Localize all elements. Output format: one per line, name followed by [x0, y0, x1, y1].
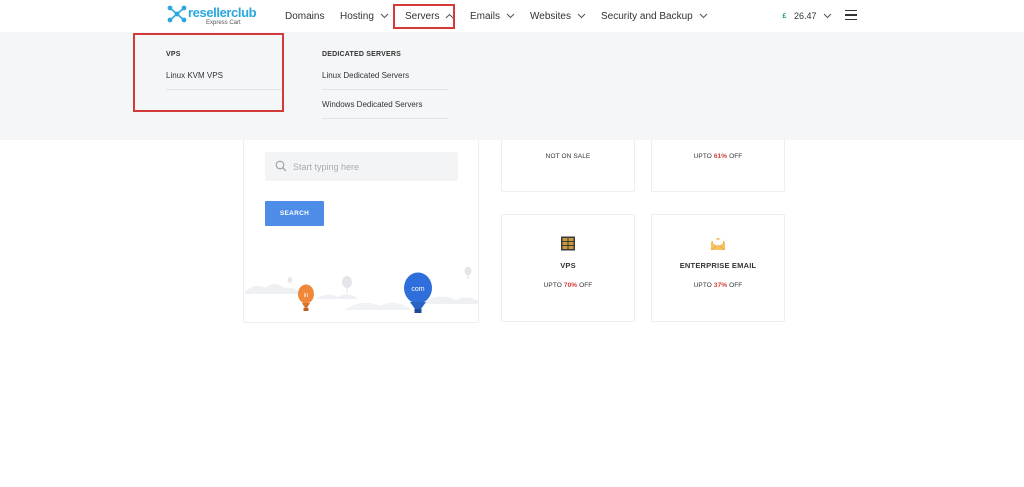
- card-offer-text: UPTO 70% OFF: [543, 282, 593, 289]
- chevron-down-icon: [823, 13, 831, 19]
- product-card[interactable]: UPTO 61% OFF: [651, 140, 785, 192]
- balloon-in-label: in: [304, 293, 309, 299]
- account-balance[interactable]: £ 26.47: [780, 0, 832, 32]
- product-card-enterprise-email[interactable]: ENTERPRISE EMAIL UPTO 37% OFF: [651, 214, 785, 322]
- divider: [322, 118, 449, 119]
- nav-security-backup-label: Security and Backup: [601, 10, 693, 22]
- nav-security-backup[interactable]: Security and Backup: [601, 0, 708, 32]
- balloon-com-label: com: [411, 286, 424, 293]
- divider: [166, 89, 282, 90]
- nav-servers-label: Servers: [405, 10, 440, 22]
- search-field[interactable]: [265, 152, 458, 181]
- product-card-vps[interactable]: VPS UPTO 70% OFF: [501, 214, 635, 322]
- nav-emails[interactable]: Emails: [470, 0, 515, 32]
- search-icon: [275, 160, 287, 172]
- nav-websites-label: Websites: [530, 10, 571, 22]
- search-input[interactable]: [291, 152, 451, 181]
- envelope-icon: [710, 237, 726, 251]
- balance-amount: 26.47: [794, 11, 817, 21]
- dedicated-servers-column-title: DEDICATED SERVERS: [322, 51, 401, 58]
- discount-percentage: 37%: [713, 282, 728, 289]
- card-offer-text: UPTO 61% OFF: [693, 153, 743, 160]
- top-navigation-bar: resellerclub Express Cart Domains Hostin…: [0, 0, 1024, 32]
- card-offer-text: UPTO 37% OFF: [693, 282, 743, 289]
- chevron-up-icon: [446, 13, 454, 19]
- nav-servers[interactable]: Servers: [405, 0, 454, 32]
- discount-percentage: 70%: [563, 282, 578, 289]
- logo-mark-icon: [167, 5, 187, 23]
- logo-wordmark: resellerclub: [188, 5, 257, 20]
- card-offer-text: NOT ON SALE: [545, 153, 591, 160]
- nav-hosting[interactable]: Hosting: [340, 0, 389, 32]
- balloons-illustration: in com: [244, 266, 478, 313]
- linux-dedicated-servers-link[interactable]: Linux Dedicated Servers: [322, 71, 409, 80]
- linux-kvm-vps-link[interactable]: Linux KVM VPS: [166, 71, 223, 80]
- nav-websites[interactable]: Websites: [530, 0, 586, 32]
- nav-emails-label: Emails: [470, 10, 501, 22]
- windows-dedicated-servers-link[interactable]: Windows Dedicated Servers: [322, 100, 422, 109]
- currency-icon: £: [782, 12, 787, 20]
- chevron-down-icon: [699, 13, 708, 19]
- chevron-down-icon: [506, 13, 515, 19]
- product-card[interactable]: NOT ON SALE: [501, 140, 635, 192]
- chevron-down-icon: [577, 13, 586, 19]
- server-rack-icon: [561, 236, 575, 251]
- search-button[interactable]: SEARCH: [265, 201, 324, 226]
- chevron-down-icon: [380, 13, 389, 19]
- domain-search-panel: SEARCH in com: [243, 140, 479, 323]
- card-title: VPS: [560, 261, 576, 270]
- resellerclub-logo[interactable]: resellerclub Express Cart: [166, 3, 258, 29]
- divider: [322, 89, 449, 90]
- logo-tagline: Express Cart: [206, 20, 241, 26]
- card-title: ENTERPRISE EMAIL: [679, 261, 757, 270]
- vps-column-title: VPS: [166, 51, 181, 58]
- nav-hosting-label: Hosting: [340, 10, 374, 22]
- servers-dropdown-menu: VPS Linux KVM VPS DEDICATED SERVERS Linu…: [0, 32, 1024, 140]
- discount-percentage: 61%: [713, 153, 728, 160]
- hamburger-menu-icon[interactable]: [845, 10, 857, 21]
- nav-domains[interactable]: Domains: [285, 0, 324, 32]
- nav-domains-label: Domains: [285, 10, 325, 22]
